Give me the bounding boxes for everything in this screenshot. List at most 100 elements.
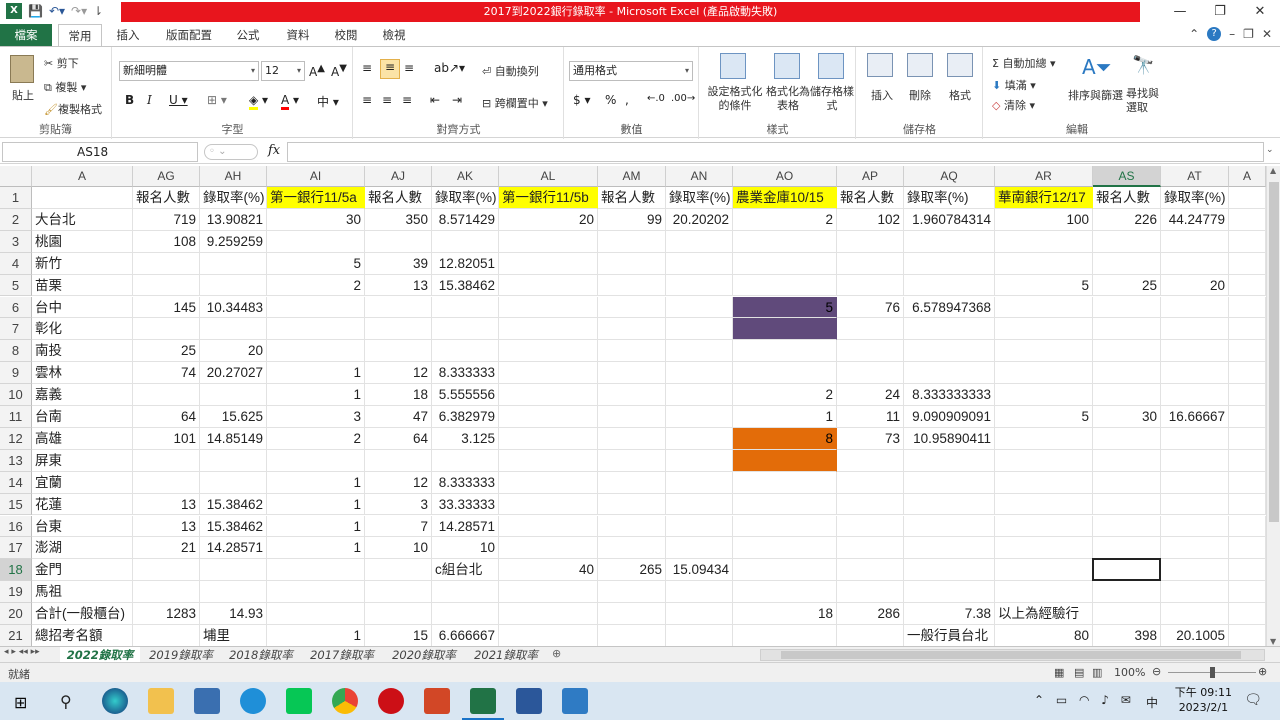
cell-ap19[interactable] [837, 581, 904, 604]
opera-icon[interactable] [378, 688, 404, 714]
cell-an7[interactable] [666, 318, 733, 341]
column-header-ar[interactable]: AR [995, 166, 1093, 187]
cell-ap20[interactable]: 286 [837, 603, 904, 625]
column-header-a[interactable]: A [32, 166, 133, 187]
cell-ar15[interactable] [995, 493, 1093, 516]
cell-an9[interactable] [666, 362, 733, 385]
cell-al11[interactable] [499, 406, 598, 428]
row-header-3[interactable]: 3 [0, 230, 32, 253]
cell-ai16[interactable]: 1 [267, 515, 365, 538]
cell-aj20[interactable] [365, 603, 432, 625]
cell-ah5[interactable] [200, 274, 267, 297]
increase-font-icon[interactable]: A▲ [309, 63, 325, 79]
cell-ag13[interactable] [133, 449, 200, 472]
collapse-ribbon-icon[interactable]: ⌃ [1189, 27, 1199, 41]
select-all-corner[interactable] [0, 166, 32, 187]
cell-styles-icon[interactable] [818, 53, 844, 79]
cell-ak6[interactable] [432, 296, 499, 319]
underline-button[interactable]: U ▾ [169, 93, 188, 107]
number-format-select[interactable]: 通用格式 ▾ [569, 61, 693, 81]
find-select-label[interactable]: 尋找與選取 [1126, 87, 1166, 115]
cell-al17[interactable] [499, 537, 598, 560]
cell-an1[interactable]: 錄取率(%) [666, 187, 733, 209]
tab-page-layout[interactable]: 版面配置 [158, 24, 220, 46]
row-header-13[interactable]: 13 [0, 449, 32, 472]
minimize-button[interactable]: — [1160, 0, 1200, 24]
row-header-7[interactable]: 7 [0, 318, 32, 341]
cell-aj6[interactable] [365, 296, 432, 319]
sheet-tab-2019[interactable]: 2019錄取率 [142, 647, 220, 663]
comma-icon[interactable]: , [625, 93, 629, 107]
cell-ah1[interactable]: 錄取率(%) [200, 187, 267, 209]
cell-ag8[interactable]: 25 [133, 340, 200, 363]
cell-as3[interactable] [1093, 230, 1161, 253]
cell-aj21[interactable]: 15 [365, 625, 432, 646]
cell-as17[interactable] [1093, 537, 1161, 560]
redo-icon[interactable]: ↷▾ [71, 4, 87, 18]
cell-as2[interactable]: 226 [1093, 208, 1161, 231]
cell-ao15[interactable] [733, 493, 837, 516]
cell-tail-1[interactable] [1229, 187, 1266, 209]
cell-am15[interactable] [598, 493, 666, 516]
tab-insert[interactable]: 插入 [108, 24, 148, 46]
cell-ao6[interactable]: 5 [733, 296, 837, 319]
cell-al19[interactable] [499, 581, 598, 604]
cell-ah15[interactable]: 15.38462 [200, 493, 267, 516]
cell-ah20[interactable]: 14.93 [200, 603, 267, 625]
fill-button[interactable]: ⬇ 填滿 ▾ [992, 77, 1036, 93]
cell-ak17[interactable]: 10 [432, 537, 499, 560]
format-painter-button[interactable]: 🖌複製格式 [44, 101, 102, 117]
cell-aq11[interactable]: 9.090909091 [904, 406, 995, 428]
cell-aq21[interactable]: 一般行員台北 [904, 625, 995, 646]
cell-ao13[interactable] [733, 449, 837, 472]
font-color-icon[interactable]: A ▾ [281, 93, 299, 110]
cell-aq2[interactable]: 1.960784314 [904, 208, 995, 231]
cell-tail-14[interactable] [1229, 471, 1266, 494]
cell-ar1[interactable]: 華南銀行12/17 [995, 187, 1093, 209]
sort-filter-label[interactable]: 排序與篩選 [1068, 87, 1123, 103]
cell-a20[interactable]: 合計(一般櫃台) [32, 603, 133, 625]
cell-tail-15[interactable] [1229, 493, 1266, 516]
cell-ah8[interactable]: 20 [200, 340, 267, 363]
cell-ak7[interactable] [432, 318, 499, 341]
cell-aq15[interactable] [904, 493, 995, 516]
cell-ag10[interactable] [133, 384, 200, 406]
ime-indicator[interactable]: 中 [1146, 694, 1158, 711]
cell-aq19[interactable] [904, 581, 995, 604]
cell-an18[interactable]: 15.09434 [666, 559, 733, 582]
cell-at4[interactable] [1161, 252, 1229, 275]
cell-as8[interactable] [1093, 340, 1161, 363]
cell-tail-5[interactable] [1229, 274, 1266, 297]
cell-an6[interactable] [666, 296, 733, 319]
sheet-tab-2021[interactable]: 2021錄取率 [466, 647, 546, 663]
cell-at17[interactable] [1161, 537, 1229, 560]
cell-aq18[interactable] [904, 559, 995, 582]
cell-ap14[interactable] [837, 471, 904, 494]
cell-aj18[interactable] [365, 559, 432, 582]
align-bottom-icon[interactable]: ≡ [404, 61, 414, 75]
vertical-scrollbar[interactable]: ▲ ▼ [1266, 166, 1280, 646]
cell-a19[interactable]: 馬祖 [32, 581, 133, 604]
decrease-font-icon[interactable]: A▼ [331, 63, 347, 79]
row-header-10[interactable]: 10 [0, 384, 32, 406]
cell-an4[interactable] [666, 252, 733, 275]
edge-icon[interactable] [102, 688, 128, 714]
cell-at1[interactable]: 錄取率(%) [1161, 187, 1229, 209]
cell-am16[interactable] [598, 515, 666, 538]
decrease-decimal-icon[interactable]: .00→ [671, 93, 695, 104]
cell-ai9[interactable]: 1 [267, 362, 365, 385]
cell-al14[interactable] [499, 471, 598, 494]
cell-ap1[interactable]: 報名人數 [837, 187, 904, 209]
format-table-label[interactable]: 格式化為表格 [766, 85, 810, 113]
cell-ai6[interactable] [267, 296, 365, 319]
normal-view-icon[interactable]: ▦ [1054, 666, 1064, 679]
paste-label[interactable]: 貼上 [12, 87, 34, 103]
column-header-ap[interactable]: AP [837, 166, 904, 187]
cell-al7[interactable] [499, 318, 598, 341]
cell-ak21[interactable]: 6.666667 [432, 625, 499, 646]
cell-am18[interactable]: 265 [598, 559, 666, 582]
formula-input[interactable] [287, 142, 1264, 162]
cell-aj10[interactable]: 18 [365, 384, 432, 406]
cell-as10[interactable] [1093, 384, 1161, 406]
line-icon[interactable] [286, 688, 312, 714]
